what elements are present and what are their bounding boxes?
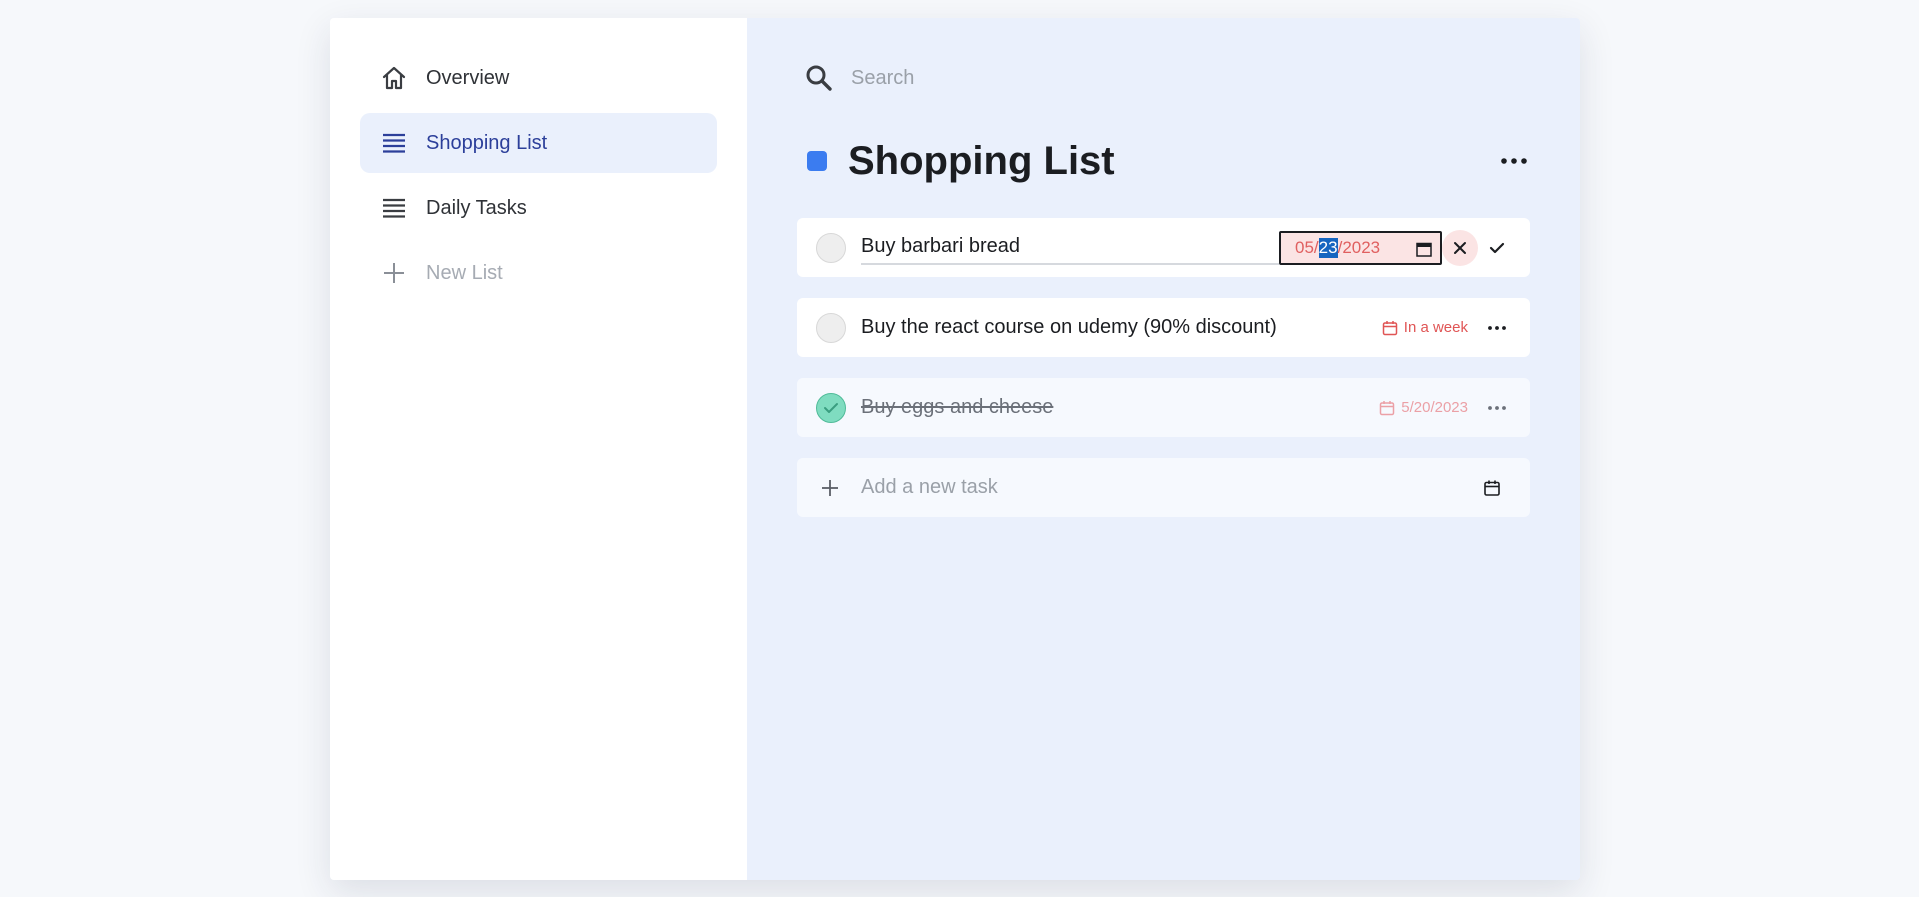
due-date-input[interactable]: 05/23/2023 xyxy=(1279,230,1442,265)
list-icon xyxy=(380,129,408,157)
more-icon xyxy=(1488,405,1506,410)
calendar-icon[interactable] xyxy=(1416,241,1432,262)
cancel-edit-button[interactable] xyxy=(1442,229,1478,266)
list-header: Shopping List xyxy=(807,128,1530,194)
add-task-row xyxy=(797,458,1530,517)
add-task-date-button[interactable] xyxy=(1478,474,1506,502)
sidebar: Overview Shopping List Daily Tasks New L… xyxy=(330,18,747,880)
plus-icon xyxy=(380,259,408,287)
sidebar-item-daily-tasks[interactable]: Daily Tasks xyxy=(360,178,717,238)
task-row: Buy eggs and cheese 5/20/2023 xyxy=(797,378,1530,437)
calendar-icon xyxy=(1379,400,1395,416)
page-title: Shopping List xyxy=(848,138,1115,183)
task-row: Buy the react course on udemy (90% disco… xyxy=(797,298,1530,357)
task-checkbox[interactable] xyxy=(816,312,846,343)
new-list-button[interactable]: New List xyxy=(360,243,717,303)
check-icon xyxy=(1489,242,1505,253)
calendar-icon xyxy=(1484,480,1500,496)
list-more-button[interactable] xyxy=(1498,148,1530,174)
date-month: 05 xyxy=(1295,237,1314,257)
task-text[interactable]: Buy eggs and cheese xyxy=(861,396,1053,419)
list-color-indicator xyxy=(807,151,827,171)
sidebar-item-shopping-list[interactable]: Shopping List xyxy=(360,113,717,173)
search-bar xyxy=(803,58,1303,98)
task-row: 05/23/2023 xyxy=(797,218,1530,277)
more-icon xyxy=(1488,325,1506,330)
sidebar-item-label: Overview xyxy=(426,66,510,89)
confirm-edit-button[interactable] xyxy=(1481,232,1513,264)
sidebar-item-label: New List xyxy=(426,261,503,284)
calendar-icon xyxy=(1382,320,1398,336)
sidebar-item-overview[interactable]: Overview xyxy=(360,48,717,108)
app-window: Overview Shopping List Daily Tasks New L… xyxy=(330,18,1580,880)
task-more-button[interactable] xyxy=(1483,314,1511,342)
due-date-badge: In a week xyxy=(1382,319,1468,336)
task-checkbox[interactable] xyxy=(816,392,846,423)
home-icon xyxy=(380,64,408,92)
list-icon xyxy=(380,194,408,222)
main-panel: Shopping List 05/23/2023 xyxy=(747,18,1580,880)
search-input[interactable] xyxy=(849,65,1253,91)
search-icon xyxy=(803,62,835,94)
task-checkbox[interactable] xyxy=(816,232,846,263)
check-icon xyxy=(824,402,838,413)
task-more-button[interactable] xyxy=(1483,394,1511,422)
more-icon xyxy=(1501,158,1527,164)
plus-icon xyxy=(816,474,844,502)
sidebar-item-label: Daily Tasks xyxy=(426,196,527,219)
sidebar-item-label: Shopping List xyxy=(426,131,548,154)
add-task-input[interactable] xyxy=(859,475,1423,500)
task-edit-input[interactable] xyxy=(861,230,1279,265)
close-icon xyxy=(1454,241,1466,254)
due-date-badge: 5/20/2023 xyxy=(1379,399,1468,416)
task-text[interactable]: Buy the react course on udemy (90% disco… xyxy=(861,316,1277,339)
date-day: 23 xyxy=(1318,237,1338,258)
date-year: 2023 xyxy=(1342,237,1381,257)
